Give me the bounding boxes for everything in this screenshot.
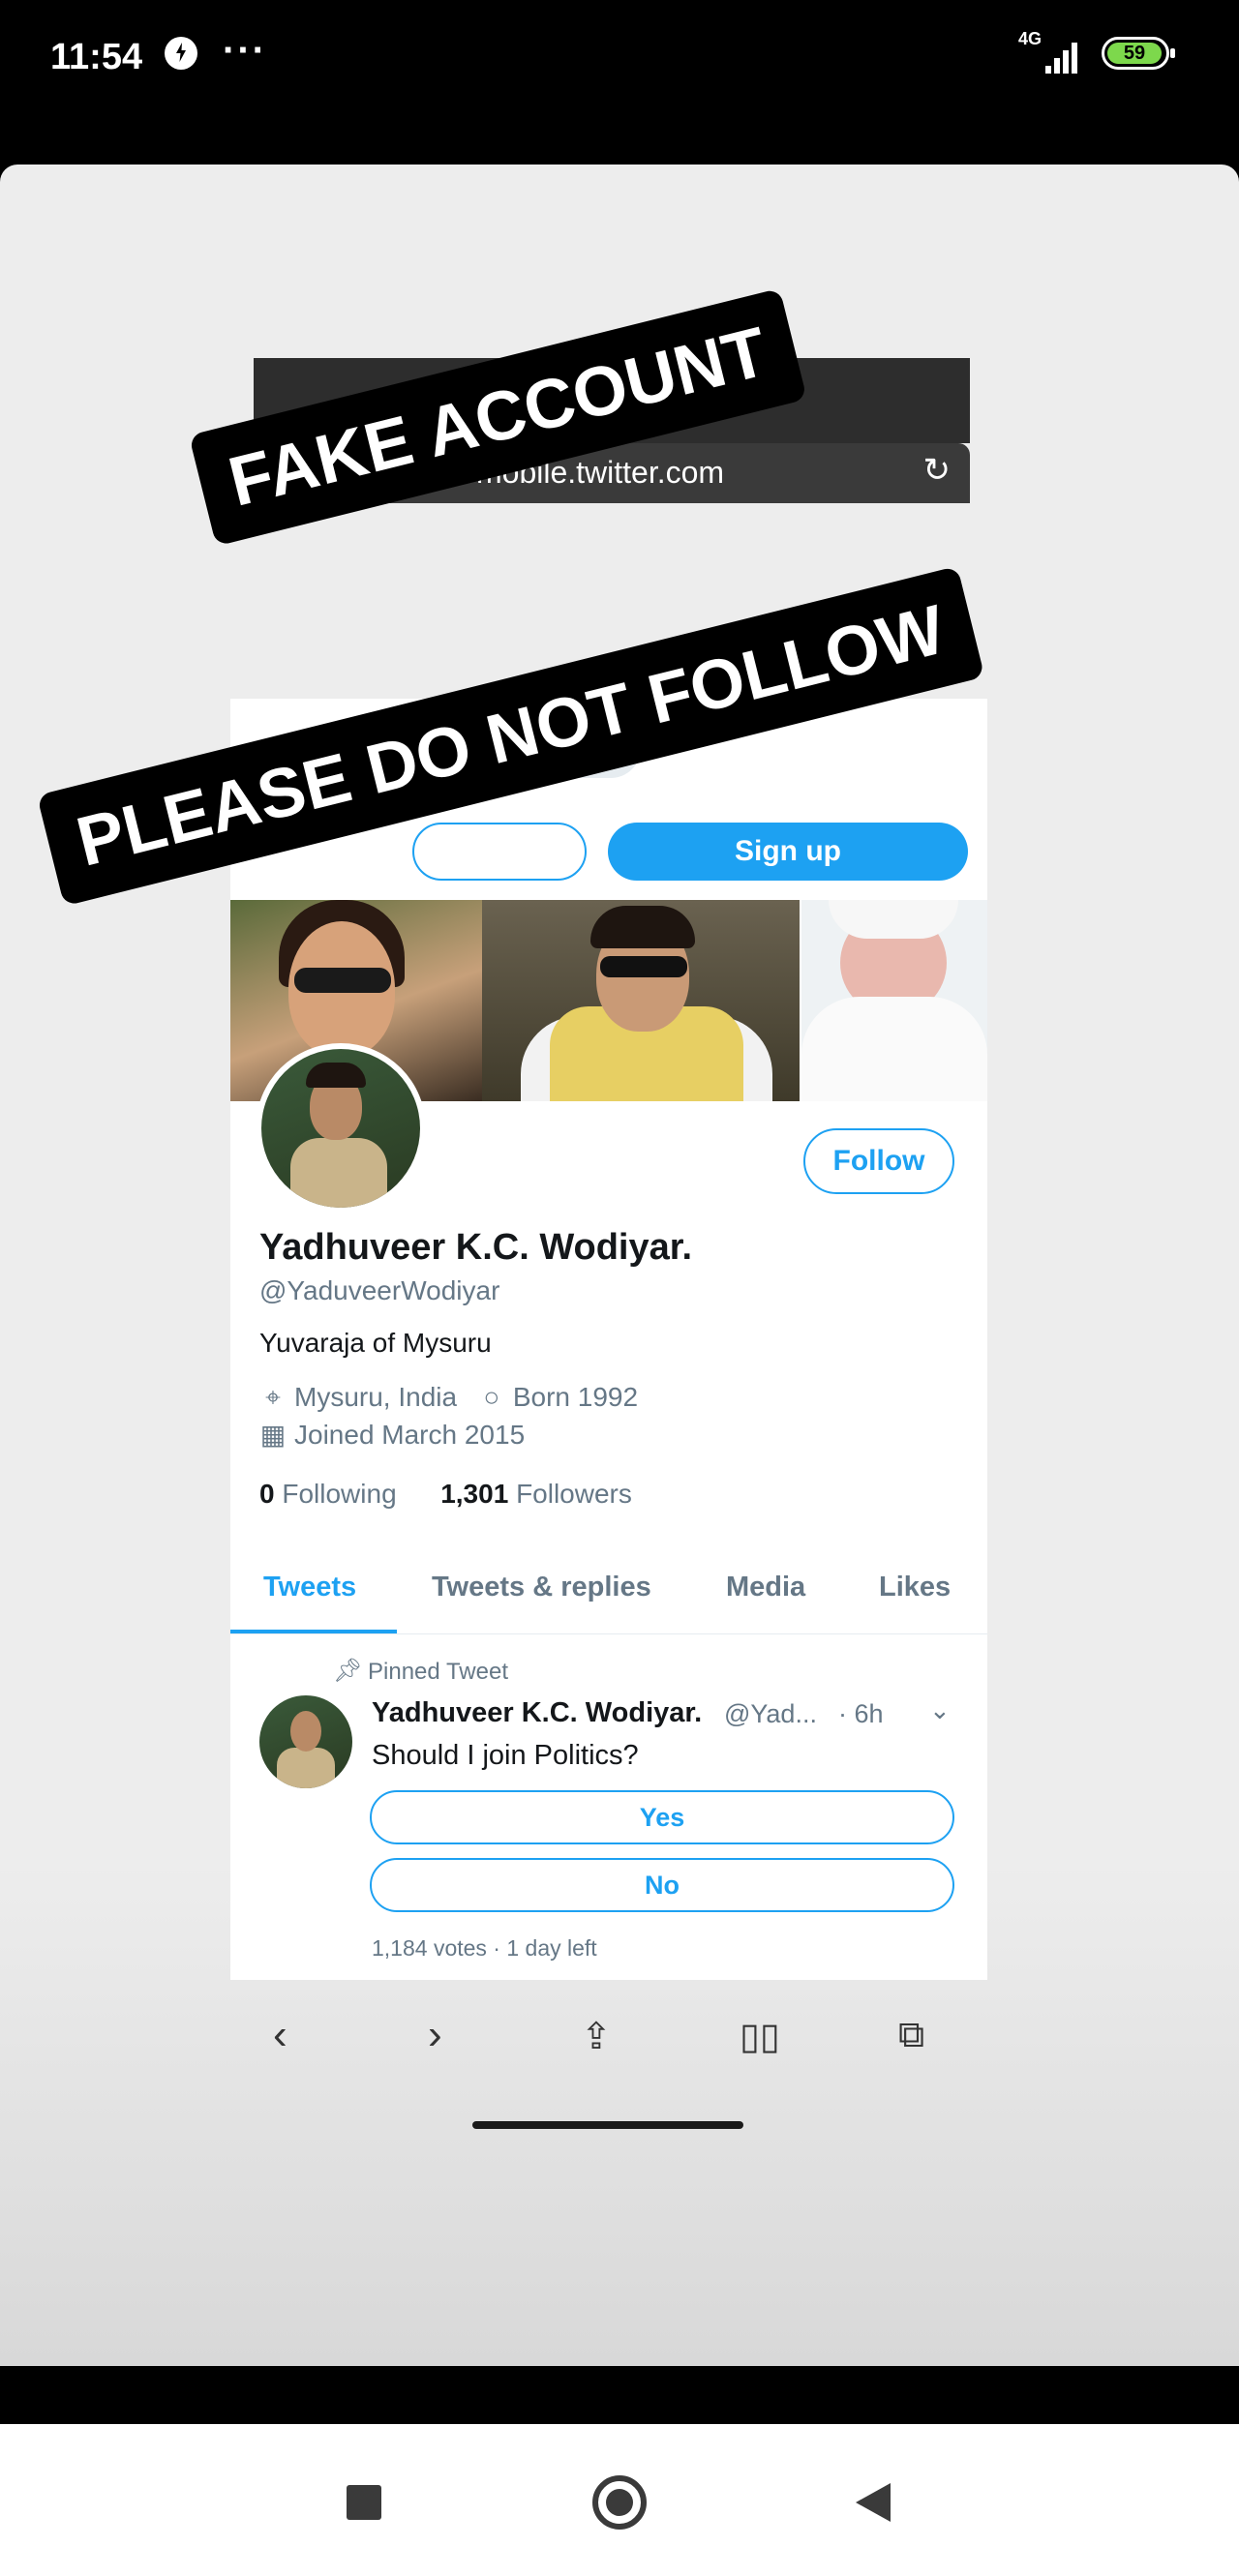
tabs-icon[interactable]: ⧉ <box>898 2015 924 2056</box>
reload-icon[interactable]: ↻ <box>923 451 952 490</box>
avatar[interactable] <box>256 1043 426 1213</box>
birthday-icon: ○ <box>483 1382 500 1412</box>
profile-born: Born 1992 <box>512 1382 639 1412</box>
poll-option-yes[interactable]: Yes <box>370 1790 954 1844</box>
follow-button[interactable]: Follow <box>803 1128 954 1194</box>
tweet-text: Should I join Politics? <box>372 1740 639 1771</box>
login-button[interactable] <box>412 823 587 881</box>
followers-count[interactable]: 1,301 <box>440 1479 508 1509</box>
pin-icon: 📌︎ <box>333 1658 363 1684</box>
following-label[interactable]: Following <box>282 1479 396 1509</box>
share-icon[interactable]: ⇪ <box>581 2015 612 2058</box>
overflow-icon: ··· <box>223 29 267 72</box>
profile-meta-row2: ▦ Joined March 2015 <box>259 1419 525 1451</box>
tweet-handle: @Yad... <box>724 1699 817 1728</box>
battery-level: 59 <box>1107 43 1162 64</box>
shield-icon <box>165 37 197 70</box>
signup-button[interactable]: Sign up <box>608 823 968 881</box>
tweet-author[interactable]: Yadhuveer K.C. Wodiyar. <box>372 1697 702 1729</box>
tab-tweets-replies[interactable]: Tweets & replies <box>432 1572 651 1603</box>
calendar-icon: ▦ <box>259 1420 287 1450</box>
tab-likes[interactable]: Likes <box>879 1572 951 1603</box>
profile-name: Yadhuveer K.C. Wodiyar. <box>259 1227 693 1268</box>
profile-meta-row1: ⌖ Mysuru, India ○ Born 1992 <box>259 1382 638 1414</box>
poll-option-no[interactable]: No <box>370 1858 954 1912</box>
back-triangle-icon[interactable] <box>856 2483 891 2522</box>
back-icon[interactable]: ‹ <box>273 2011 287 2059</box>
profile-joined: Joined March 2015 <box>294 1420 526 1450</box>
home-indicator <box>472 2121 743 2129</box>
location-icon: ⌖ <box>265 1382 281 1412</box>
battery-icon: 59 <box>1102 37 1175 70</box>
signal-icon <box>1045 41 1080 74</box>
bookmarks-icon[interactable]: ▯▯ <box>740 2015 780 2058</box>
tab-media[interactable]: Media <box>726 1572 805 1603</box>
network-type: 4G <box>1018 29 1043 48</box>
browser-toolbar: ‹ › ⇪ ▯▯ ⧉ <box>230 1993 987 2081</box>
poll-meta: 1,184 votes · 1 day left <box>372 1935 597 1961</box>
following-count[interactable]: 0 <box>259 1479 275 1509</box>
tweet-avatar[interactable] <box>259 1695 352 1788</box>
status-time: 11:54 <box>50 37 143 77</box>
black-divider <box>0 2366 1239 2424</box>
tab-tweets[interactable]: Tweets <box>263 1572 356 1603</box>
chevron-down-icon[interactable]: ⌄ <box>929 1695 951 1725</box>
followers-label[interactable]: Followers <box>516 1479 632 1509</box>
profile-tabs: Tweets Tweets & replies Media Likes <box>230 1556 987 1634</box>
active-tab-indicator <box>230 1630 397 1633</box>
forward-icon[interactable]: › <box>428 2011 442 2059</box>
profile-bio: Yuvaraja of Mysuru <box>259 1328 492 1358</box>
banner-photo-2 <box>482 900 800 1101</box>
profile-location: Mysuru, India <box>294 1382 458 1412</box>
banner-photo-3 <box>801 900 987 1101</box>
profile-handle: @YaduveerWodiyar <box>259 1275 500 1305</box>
recents-icon[interactable] <box>347 2485 381 2520</box>
status-bar: 11:54 ··· 4G 59 <box>0 0 1239 165</box>
home-icon[interactable] <box>592 2475 647 2530</box>
pinned-label: Pinned Tweet <box>368 1659 508 1685</box>
tweet-time: · 6h <box>838 1699 884 1728</box>
profile-stats: 0 Following 1,301 Followers <box>259 1479 632 1510</box>
